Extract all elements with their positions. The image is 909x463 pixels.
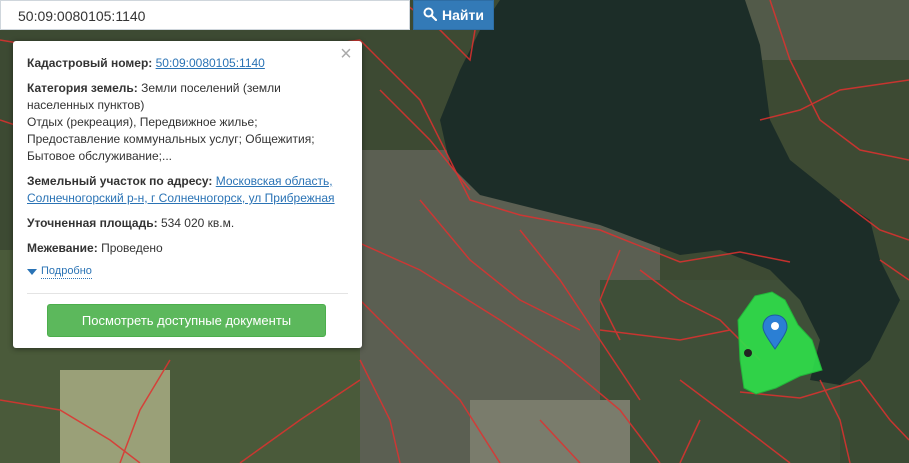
cadastral-row: Кадастровый номер: 50:09:0080105:1140 (27, 55, 348, 72)
area-row: Уточненная площадь: 534 020 кв.м. (27, 215, 348, 232)
search-button[interactable]: Найти (413, 0, 494, 30)
address-label: Земельный участок по адресу: (27, 174, 213, 188)
category-label: Категория земель: (27, 81, 138, 95)
close-icon[interactable]: × (338, 44, 354, 64)
cadastral-label: Кадастровый номер: (27, 56, 153, 70)
area-label: Уточненная площадь: (27, 216, 158, 230)
triangle-down-icon (27, 269, 37, 275)
address-row: Земельный участок по адресу: Московская … (27, 173, 348, 207)
small-marker (744, 349, 752, 357)
area-value: 534 020 кв.м. (160, 216, 235, 230)
parcel-info-popup: × Кадастровый номер: 50:09:0080105:1140 … (13, 41, 362, 348)
cadastral-search-input[interactable] (1, 1, 411, 31)
cadastral-link[interactable]: 50:09:0080105:1140 (156, 56, 265, 70)
view-documents-button[interactable]: Посмотреть доступные документы (47, 304, 326, 337)
search-button-label: Найти (442, 7, 484, 23)
survey-label: Межевание: (27, 241, 98, 255)
search-bar (0, 0, 411, 31)
survey-row: Межевание: Проведено (27, 240, 348, 257)
category-row: Категория земель: Земли поселений (земли… (27, 80, 348, 165)
more-details-toggle[interactable]: Подробно (27, 265, 348, 279)
survey-value: Проведено (101, 241, 163, 255)
magnifier-icon (423, 7, 438, 24)
usage-value: Отдых (рекреация), Передвижное жилье; Пр… (27, 115, 315, 163)
more-details-label: Подробно (41, 265, 92, 279)
popup-divider (27, 293, 348, 294)
